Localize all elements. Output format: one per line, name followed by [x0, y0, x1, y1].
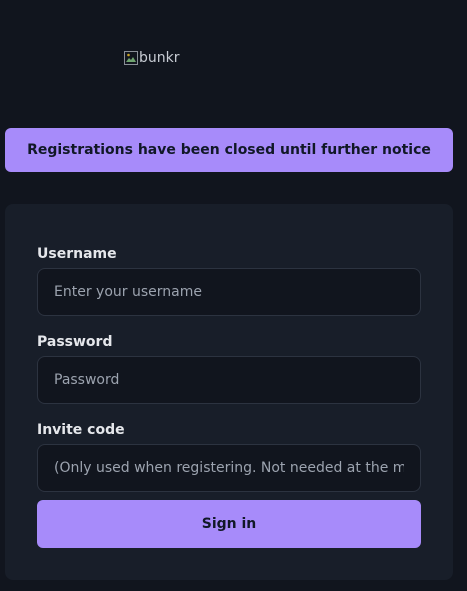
- logo: bunkr: [124, 49, 180, 67]
- invite-code-label: Invite code: [37, 422, 125, 438]
- invite-code-input[interactable]: [37, 444, 421, 492]
- logo-alt-text: bunkr: [139, 50, 180, 66]
- username-input[interactable]: [37, 268, 421, 316]
- password-label: Password: [37, 334, 113, 350]
- broken-image-icon: [124, 51, 138, 65]
- notice-text: Registrations have been closed until fur…: [27, 142, 431, 158]
- password-input[interactable]: [37, 356, 421, 404]
- registration-notice-banner: Registrations have been closed until fur…: [5, 128, 453, 172]
- sign-in-button[interactable]: Sign in: [37, 500, 421, 548]
- username-label: Username: [37, 246, 117, 262]
